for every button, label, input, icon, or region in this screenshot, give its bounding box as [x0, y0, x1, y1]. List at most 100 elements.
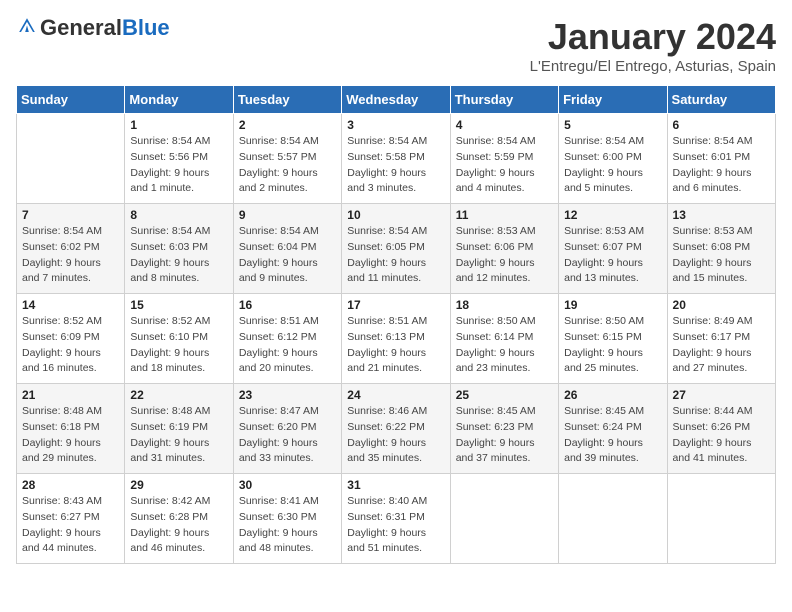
day-info: Sunrise: 8:54 AMSunset: 6:03 PMDaylight:…: [130, 224, 227, 287]
calendar-cell: 29 Sunrise: 8:42 AMSunset: 6:28 PMDayligh…: [125, 474, 233, 564]
day-number: 4: [456, 118, 553, 132]
day-number: 22: [130, 388, 227, 402]
day-info: Sunrise: 8:54 AMSunset: 5:59 PMDaylight:…: [456, 134, 553, 197]
calendar-cell: 8 Sunrise: 8:54 AMSunset: 6:03 PMDaylight…: [125, 204, 233, 294]
header-day-thursday: Thursday: [450, 86, 558, 114]
calendar-cell: 20 Sunrise: 8:49 AMSunset: 6:17 PMDayligh…: [667, 294, 775, 384]
day-info: Sunrise: 8:43 AMSunset: 6:27 PMDaylight:…: [22, 494, 119, 557]
calendar-cell: 10 Sunrise: 8:54 AMSunset: 6:05 PMDayligh…: [342, 204, 450, 294]
calendar-cell: 19Sunrise: 8:50 AMSunset: 6:15 PMDayligh…: [559, 294, 667, 384]
day-number: 28: [22, 478, 119, 492]
day-number: 5: [564, 118, 661, 132]
calendar-cell: 26Sunrise: 8:45 AMSunset: 6:24 PMDayligh…: [559, 384, 667, 474]
day-info: Sunrise: 8:54 AMSunset: 5:57 PMDaylight:…: [239, 134, 336, 197]
calendar-cell: 15Sunrise: 8:52 AMSunset: 6:10 PMDayligh…: [125, 294, 233, 384]
header-day-tuesday: Tuesday: [233, 86, 341, 114]
calendar-cell: 9Sunrise: 8:54 AMSunset: 6:04 PMDaylight…: [233, 204, 341, 294]
day-info: Sunrise: 8:49 AMSunset: 6:17 PMDaylight:…: [673, 314, 770, 377]
day-info: Sunrise: 8:54 AMSunset: 6:02 PMDaylight:…: [22, 224, 119, 287]
day-number: 15: [130, 298, 227, 312]
week-row-1: 1Sunrise: 8:54 AMSunset: 5:56 PMDaylight…: [17, 114, 776, 204]
day-number: 30: [239, 478, 336, 492]
calendar-cell: 2 Sunrise: 8:54 AMSunset: 5:57 PMDaylight…: [233, 114, 341, 204]
calendar-body: 1Sunrise: 8:54 AMSunset: 5:56 PMDaylight…: [17, 114, 776, 564]
calendar-cell: 18 Sunrise: 8:50 AMSunset: 6:14 PMDayligh…: [450, 294, 558, 384]
day-number: 23: [239, 388, 336, 402]
day-number: 14: [22, 298, 119, 312]
day-info: Sunrise: 8:40 AMSunset: 6:31 PMDaylight:…: [347, 494, 444, 557]
calendar-cell: 11 Sunrise: 8:53 AMSunset: 6:06 PMDayligh…: [450, 204, 558, 294]
calendar-cell: 31 Sunrise: 8:40 AMSunset: 6:31 PMDayligh…: [342, 474, 450, 564]
header-day-wednesday: Wednesday: [342, 86, 450, 114]
calendar-cell: 7 Sunrise: 8:54 AMSunset: 6:02 PMDaylight…: [17, 204, 125, 294]
day-info: Sunrise: 8:54 AMSunset: 5:56 PMDaylight:…: [130, 134, 227, 197]
day-info: Sunrise: 8:48 AMSunset: 6:19 PMDaylight:…: [130, 404, 227, 467]
calendar-cell: 28 Sunrise: 8:43 AMSunset: 6:27 PMDayligh…: [17, 474, 125, 564]
calendar-cell: 16 Sunrise: 8:51 AMSunset: 6:12 PMDayligh…: [233, 294, 341, 384]
calendar-table: SundayMondayTuesdayWednesdayThursdayFrid…: [16, 85, 776, 564]
header-day-monday: Monday: [125, 86, 233, 114]
day-info: Sunrise: 8:52 AMSunset: 6:09 PMDaylight:…: [22, 314, 119, 377]
calendar-cell: 21 Sunrise: 8:48 AMSunset: 6:18 PMDayligh…: [17, 384, 125, 474]
day-number: 3: [347, 118, 444, 132]
calendar-cell: 23 Sunrise: 8:47 AMSunset: 6:20 PMDayligh…: [233, 384, 341, 474]
week-row-2: 7 Sunrise: 8:54 AMSunset: 6:02 PMDaylight…: [17, 204, 776, 294]
day-number: 29: [130, 478, 227, 492]
day-number: 8: [130, 208, 227, 222]
day-number: 21: [22, 388, 119, 402]
day-info: Sunrise: 8:51 AMSunset: 6:13 PMDaylight:…: [347, 314, 444, 377]
day-number: 10: [347, 208, 444, 222]
day-info: Sunrise: 8:54 AMSunset: 6:04 PMDaylight:…: [239, 224, 336, 287]
calendar-cell: 14 Sunrise: 8:52 AMSunset: 6:09 PMDayligh…: [17, 294, 125, 384]
calendar-cell: [559, 474, 667, 564]
day-number: 27: [673, 388, 770, 402]
day-info: Sunrise: 8:41 AMSunset: 6:30 PMDaylight:…: [239, 494, 336, 557]
day-number: 17: [347, 298, 444, 312]
calendar-subtitle: L'Entregu/El Entrego, Asturias, Spain: [530, 58, 776, 75]
day-number: 20: [673, 298, 770, 312]
title-block: January 2024 L'Entregu/El Entrego, Astur…: [530, 16, 776, 75]
calendar-cell: [667, 474, 775, 564]
day-info: Sunrise: 8:54 AMSunset: 6:01 PMDaylight:…: [673, 134, 770, 197]
calendar-title: January 2024: [530, 16, 776, 58]
day-info: Sunrise: 8:53 AMSunset: 6:07 PMDaylight:…: [564, 224, 661, 287]
day-info: Sunrise: 8:54 AMSunset: 6:00 PMDaylight:…: [564, 134, 661, 197]
day-number: 2: [239, 118, 336, 132]
day-info: Sunrise: 8:51 AMSunset: 6:12 PMDaylight:…: [239, 314, 336, 377]
header-day-friday: Friday: [559, 86, 667, 114]
day-number: 31: [347, 478, 444, 492]
day-info: Sunrise: 8:53 AMSunset: 6:08 PMDaylight:…: [673, 224, 770, 287]
day-number: 7: [22, 208, 119, 222]
calendar-header: SundayMondayTuesdayWednesdayThursdayFrid…: [17, 86, 776, 114]
calendar-cell: [17, 114, 125, 204]
calendar-cell: 3 Sunrise: 8:54 AMSunset: 5:58 PMDaylight…: [342, 114, 450, 204]
calendar-cell: 30 Sunrise: 8:41 AMSunset: 6:30 PMDayligh…: [233, 474, 341, 564]
day-info: Sunrise: 8:48 AMSunset: 6:18 PMDaylight:…: [22, 404, 119, 467]
page-header: GeneralBlue January 2024 L'Entregu/El En…: [16, 16, 776, 75]
calendar-cell: 1Sunrise: 8:54 AMSunset: 5:56 PMDaylight…: [125, 114, 233, 204]
day-info: Sunrise: 8:54 AMSunset: 5:58 PMDaylight:…: [347, 134, 444, 197]
day-info: Sunrise: 8:50 AMSunset: 6:14 PMDaylight:…: [456, 314, 553, 377]
header-day-saturday: Saturday: [667, 86, 775, 114]
calendar-cell: 17 Sunrise: 8:51 AMSunset: 6:13 PMDayligh…: [342, 294, 450, 384]
calendar-cell: 13Sunrise: 8:53 AMSunset: 6:08 PMDayligh…: [667, 204, 775, 294]
day-info: Sunrise: 8:54 AMSunset: 6:05 PMDaylight:…: [347, 224, 444, 287]
calendar-cell: 12Sunrise: 8:53 AMSunset: 6:07 PMDayligh…: [559, 204, 667, 294]
logo-general-text: General: [40, 15, 122, 40]
day-number: 16: [239, 298, 336, 312]
day-number: 11: [456, 208, 553, 222]
day-info: Sunrise: 8:53 AMSunset: 6:06 PMDaylight:…: [456, 224, 553, 287]
calendar-cell: 27 Sunrise: 8:44 AMSunset: 6:26 PMDayligh…: [667, 384, 775, 474]
day-info: Sunrise: 8:45 AMSunset: 6:23 PMDaylight:…: [456, 404, 553, 467]
week-row-4: 21 Sunrise: 8:48 AMSunset: 6:18 PMDayligh…: [17, 384, 776, 474]
day-number: 26: [564, 388, 661, 402]
logo: GeneralBlue: [16, 16, 170, 40]
calendar-cell: 24Sunrise: 8:46 AMSunset: 6:22 PMDayligh…: [342, 384, 450, 474]
day-number: 6: [673, 118, 770, 132]
day-info: Sunrise: 8:47 AMSunset: 6:20 PMDaylight:…: [239, 404, 336, 467]
calendar-cell: 22 Sunrise: 8:48 AMSunset: 6:19 PMDayligh…: [125, 384, 233, 474]
day-number: 18: [456, 298, 553, 312]
day-info: Sunrise: 8:44 AMSunset: 6:26 PMDaylight:…: [673, 404, 770, 467]
day-info: Sunrise: 8:42 AMSunset: 6:28 PMDaylight:…: [130, 494, 227, 557]
calendar-cell: 4 Sunrise: 8:54 AMSunset: 5:59 PMDaylight…: [450, 114, 558, 204]
